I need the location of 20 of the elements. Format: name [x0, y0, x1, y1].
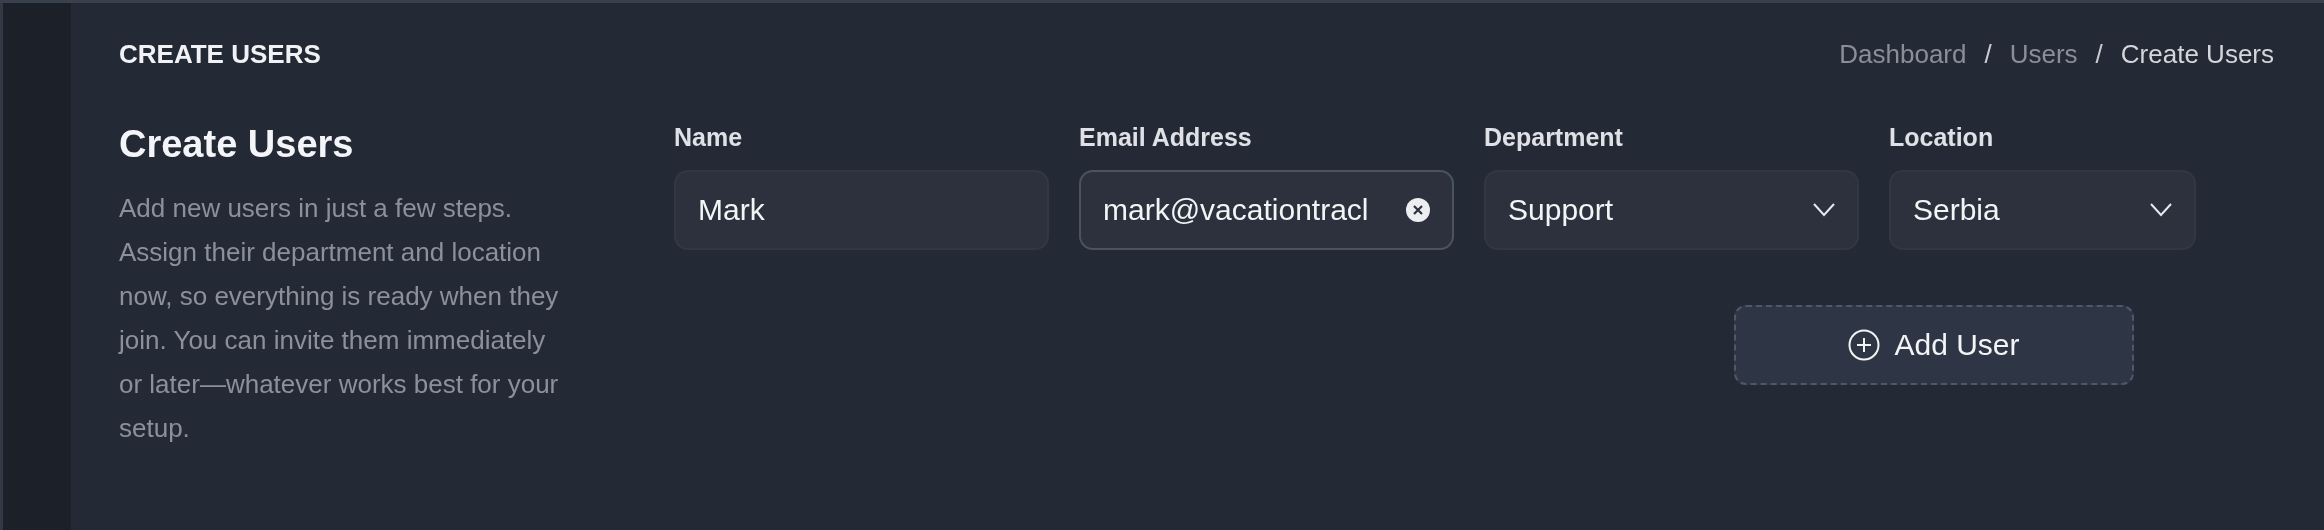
field-label: Email Address [1079, 123, 1253, 152]
section-description: Add new users in just a few steps. Assign their department and location now, so everything is ready when they join. You can invite them immediately or later—whatever works best for your setup. [119, 192, 560, 445]
select-field[interactable]: Serbia [1889, 170, 2196, 250]
chevron-down-icon [1813, 203, 1835, 217]
page-heading: CREATE USERS [119, 38, 321, 70]
breadcrumb-link[interactable]: Users [2009, 38, 2078, 70]
breadcrumb-link[interactable]: Dashboard [1839, 38, 1967, 70]
field-label: Name [674, 123, 744, 152]
breadcrumb-separator: / [1984, 38, 1992, 70]
clear-icon[interactable] [1406, 198, 1430, 222]
breadcrumb-separator: / [2095, 38, 2103, 70]
add-user-button[interactable]: Add User [1734, 305, 2134, 385]
select-field[interactable]: Support [1484, 170, 1859, 250]
field-label: Department [1484, 123, 1624, 152]
field-label: Location [1889, 123, 1995, 152]
text-field[interactable]: mark@vacationtracl [1079, 170, 1454, 250]
chevron-down-icon [2150, 203, 2172, 217]
plus-circle-icon [1848, 329, 1881, 361]
text-field[interactable]: Mark [674, 170, 1049, 250]
section-title: Create Users [119, 123, 355, 166]
